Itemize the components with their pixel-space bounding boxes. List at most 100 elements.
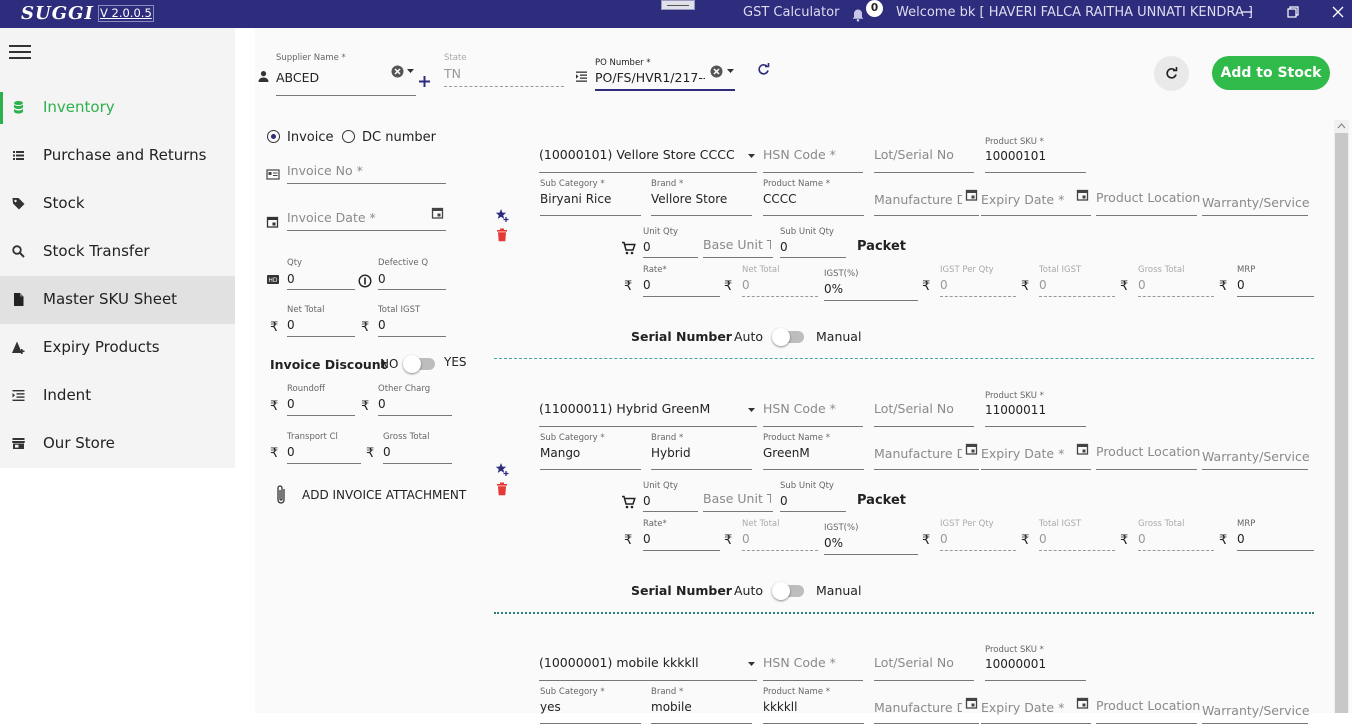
product-location-input[interactable]: Product Location bbox=[1096, 695, 1200, 724]
chevron-down-icon[interactable] bbox=[747, 659, 756, 668]
sub-category-field[interactable]: Sub Category * Biryani Rice bbox=[540, 179, 641, 216]
minimize-icon[interactable] bbox=[1240, 5, 1254, 19]
serial-number-toggle[interactable] bbox=[772, 328, 804, 346]
cart-icon bbox=[622, 241, 636, 255]
manufacture-date-input[interactable]: Manufacture D bbox=[874, 443, 979, 470]
hsn-code-input[interactable]: HSN Code * bbox=[763, 146, 863, 173]
sidebar-item-master-sku-sheet[interactable]: Master SKU Sheet bbox=[0, 276, 235, 324]
expiry-date-input[interactable]: Expiry Date * bbox=[981, 189, 1091, 216]
refresh-icon[interactable] bbox=[757, 63, 770, 76]
manufacture-date-input[interactable]: Manufacture D bbox=[874, 189, 979, 216]
calendar-icon[interactable] bbox=[431, 206, 444, 219]
invoice-date-input[interactable]: Invoice Date * bbox=[287, 207, 446, 231]
sub-category-field[interactable]: Sub Category * Mango bbox=[540, 433, 641, 470]
lot-serial-input[interactable]: Lot/Serial No bbox=[874, 654, 974, 681]
lot-serial-input[interactable]: Lot/Serial No bbox=[874, 400, 974, 427]
sidebar-item-our-store[interactable]: Our Store bbox=[0, 420, 235, 468]
star-add-icon[interactable] bbox=[495, 462, 509, 476]
unit-qty-field[interactable]: Unit Qty 0 bbox=[643, 227, 698, 258]
scrollbar-thumb[interactable] bbox=[1335, 133, 1348, 713]
delete-icon[interactable] bbox=[496, 482, 508, 496]
calendar-icon[interactable] bbox=[965, 188, 978, 201]
bell-icon[interactable] bbox=[851, 8, 865, 22]
product-selector[interactable]: (11000011) Hybrid GreenM bbox=[539, 400, 757, 427]
restore-icon[interactable] bbox=[1286, 5, 1300, 19]
chevron-down-icon[interactable] bbox=[726, 66, 735, 75]
clear-icon[interactable] bbox=[710, 65, 723, 78]
hsn-code-input[interactable]: HSN Code * bbox=[763, 654, 863, 681]
lot-serial-input[interactable]: Lot/Serial No bbox=[874, 146, 974, 173]
sidebar-item-indent[interactable]: Indent bbox=[0, 372, 235, 420]
star-add-icon[interactable] bbox=[495, 208, 509, 222]
product-sku-field[interactable]: Product SKU * 10000101 bbox=[985, 137, 1086, 173]
base-unit-type-input[interactable]: Base Unit Ty bbox=[703, 491, 773, 512]
igst-field[interactable]: IGST(%) 0% bbox=[824, 523, 918, 555]
product-name-field[interactable]: Product Name * kkkkll bbox=[763, 687, 864, 724]
sidebar-item-inventory[interactable]: Inventory bbox=[0, 84, 235, 132]
delete-icon[interactable] bbox=[496, 228, 508, 242]
product-selector[interactable]: (10000001) mobile kkkkll bbox=[539, 654, 757, 681]
sub-category-field[interactable]: Sub Category * yes bbox=[540, 687, 641, 724]
sidebar-item-expiry-products[interactable]: Expiry Products bbox=[0, 324, 235, 372]
invoice-discount-toggle[interactable] bbox=[403, 355, 435, 373]
sub-unit-qty-field[interactable]: Sub Unit Qty 0 bbox=[780, 481, 846, 512]
chevron-down-icon[interactable] bbox=[747, 151, 756, 160]
sidebar-item-purchase-returns[interactable]: Purchase and Returns bbox=[0, 132, 235, 180]
transport-charges-field[interactable]: Transport Cl 0 bbox=[287, 432, 361, 464]
product-name-field[interactable]: Product Name * GreenM bbox=[763, 433, 864, 470]
calendar-icon[interactable] bbox=[1076, 188, 1089, 201]
plus-icon[interactable] bbox=[418, 75, 431, 88]
warranty-service-input[interactable]: Warranty/Service bbox=[1202, 192, 1310, 216]
other-charges-field[interactable]: Other Charg 0 bbox=[378, 384, 452, 416]
sidebar-item-stock-transfer[interactable]: Stock Transfer bbox=[0, 228, 235, 276]
brand-field[interactable]: Brand * Hybrid bbox=[651, 433, 752, 470]
paperclip-icon[interactable] bbox=[275, 484, 288, 506]
expiry-date-input[interactable]: Expiry Date * bbox=[981, 697, 1091, 724]
add-to-stock-button[interactable]: Add to Stock bbox=[1212, 56, 1330, 90]
close-icon[interactable] bbox=[1331, 5, 1345, 19]
add-invoice-attachment-button[interactable]: ADD INVOICE ATTACHMENT bbox=[302, 488, 466, 502]
base-unit-type-input[interactable]: Base Unit Ty bbox=[703, 237, 773, 258]
drag-handle[interactable] bbox=[661, 0, 695, 10]
calendar-icon[interactable] bbox=[1076, 696, 1089, 709]
chevron-down-icon[interactable] bbox=[747, 405, 756, 414]
invoice-radio[interactable] bbox=[267, 130, 280, 143]
hsn-code-input[interactable]: HSN Code * bbox=[763, 400, 863, 427]
refresh-button[interactable] bbox=[1154, 56, 1189, 91]
calendar-icon[interactable] bbox=[1076, 442, 1089, 455]
product-name-field[interactable]: Product Name * CCCC bbox=[763, 179, 864, 216]
product-selector[interactable]: (10000101) Vellore Store CCCC bbox=[539, 146, 757, 173]
qty-field[interactable]: Qty 0 bbox=[287, 258, 355, 290]
igst-field[interactable]: IGST(%) 0% bbox=[824, 269, 918, 301]
warranty-service-input[interactable]: Warranty/Service bbox=[1202, 446, 1310, 470]
manufacture-date-input[interactable]: Manufacture D bbox=[874, 697, 979, 724]
gst-calculator-link[interactable]: GST Calculator bbox=[743, 5, 839, 20]
chevron-down-icon[interactable] bbox=[406, 66, 415, 75]
sub-unit-qty-field[interactable]: Sub Unit Qty 0 bbox=[780, 227, 846, 258]
product-location-input[interactable]: Product Location bbox=[1096, 441, 1200, 470]
rate-field[interactable]: Rate* 0 bbox=[643, 265, 720, 297]
sidebar-item-stock[interactable]: Stock bbox=[0, 180, 235, 228]
product-location-input[interactable]: Product Location bbox=[1096, 187, 1200, 216]
calendar-icon[interactable] bbox=[965, 696, 978, 709]
mrp-field[interactable]: MRP 0 bbox=[1237, 265, 1314, 297]
product-sku-field[interactable]: Product SKU * 10000001 bbox=[985, 645, 1086, 681]
mrp-field[interactable]: MRP 0 bbox=[1237, 519, 1314, 551]
scroll-up-icon[interactable] bbox=[1337, 122, 1346, 129]
serial-number-toggle[interactable] bbox=[772, 582, 804, 600]
roundoff-field[interactable]: Roundoff 0 bbox=[287, 384, 355, 416]
product-sku-field[interactable]: Product SKU * 11000011 bbox=[985, 391, 1086, 427]
brand-field[interactable]: Brand * Vellore Store bbox=[651, 179, 752, 216]
expiry-date-input[interactable]: Expiry Date * bbox=[981, 443, 1091, 470]
clear-icon[interactable] bbox=[391, 65, 404, 78]
rate-field[interactable]: Rate* 0 bbox=[643, 519, 720, 551]
brand-field[interactable]: Brand * mobile bbox=[651, 687, 752, 724]
menu-icon[interactable] bbox=[9, 45, 31, 61]
invoice-no-input[interactable]: Invoice No * bbox=[287, 160, 446, 184]
warranty-service-input[interactable]: Warranty/Service bbox=[1202, 700, 1310, 724]
unit-qty-field[interactable]: Unit Qty 0 bbox=[643, 481, 698, 512]
defective-qty-field[interactable]: Defective Q 0 bbox=[378, 258, 446, 290]
calendar-icon[interactable] bbox=[965, 442, 978, 455]
svg-text:HD: HD bbox=[268, 277, 278, 284]
dc-number-radio[interactable] bbox=[342, 130, 355, 143]
